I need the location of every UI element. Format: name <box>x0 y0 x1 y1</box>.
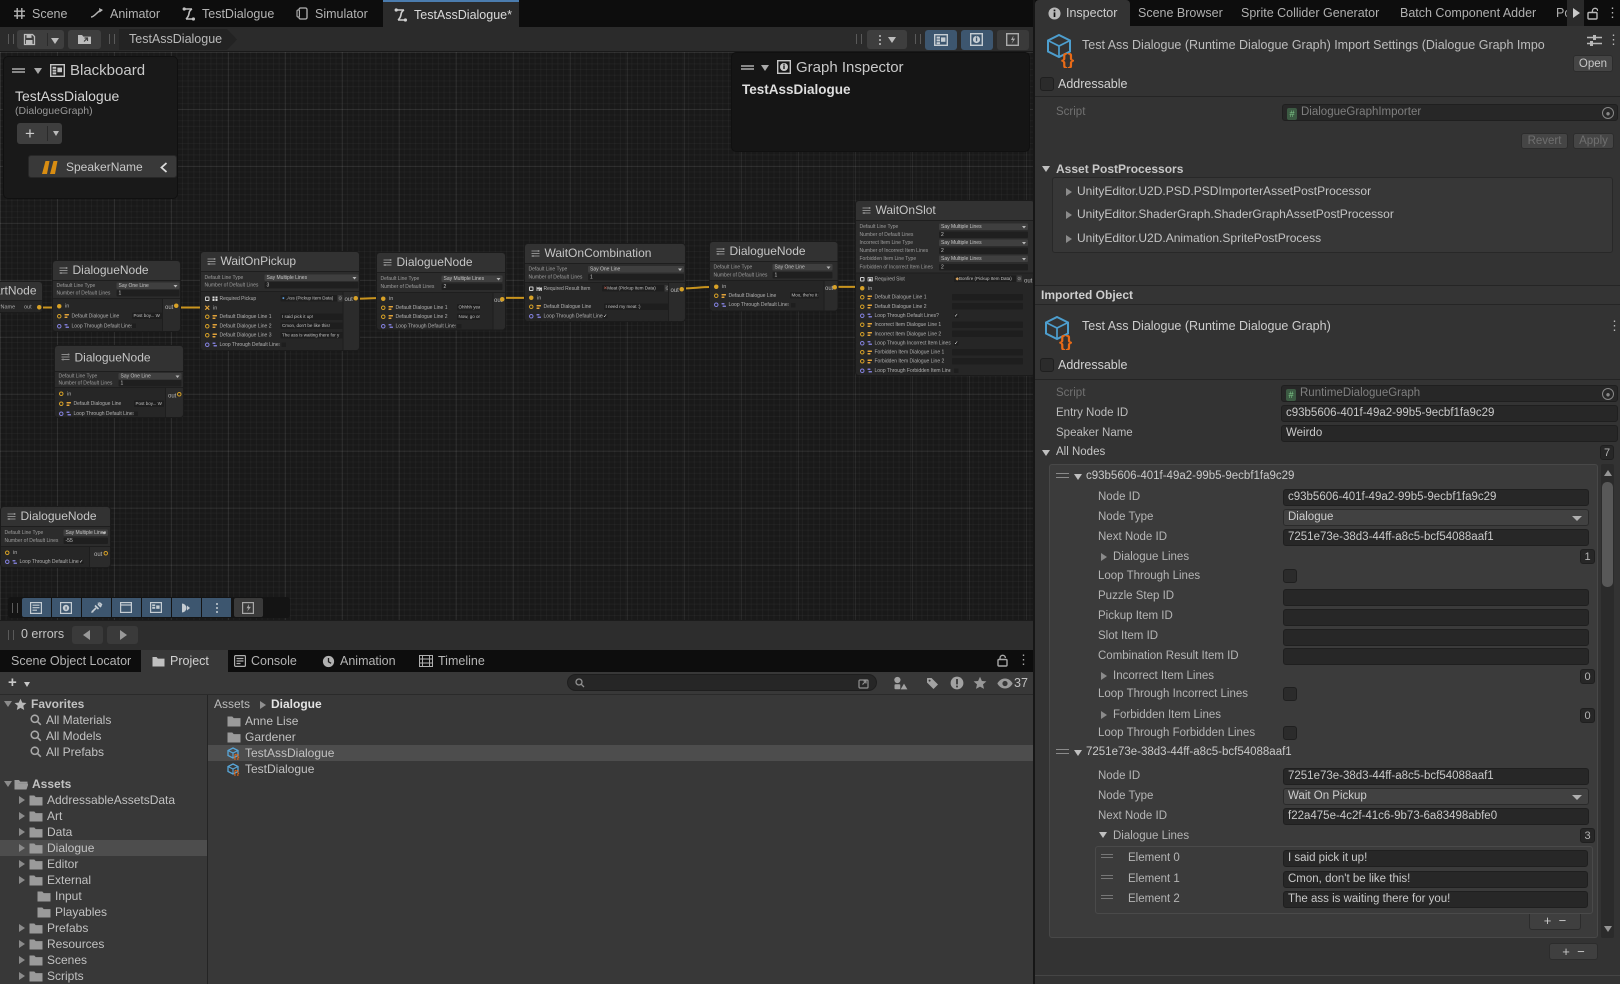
svg-text:{}: {} <box>234 752 240 760</box>
svg-text:{}: {} <box>1061 50 1075 68</box>
svg-text:{}: {} <box>1059 332 1073 350</box>
svg-text:{}: {} <box>234 768 240 776</box>
